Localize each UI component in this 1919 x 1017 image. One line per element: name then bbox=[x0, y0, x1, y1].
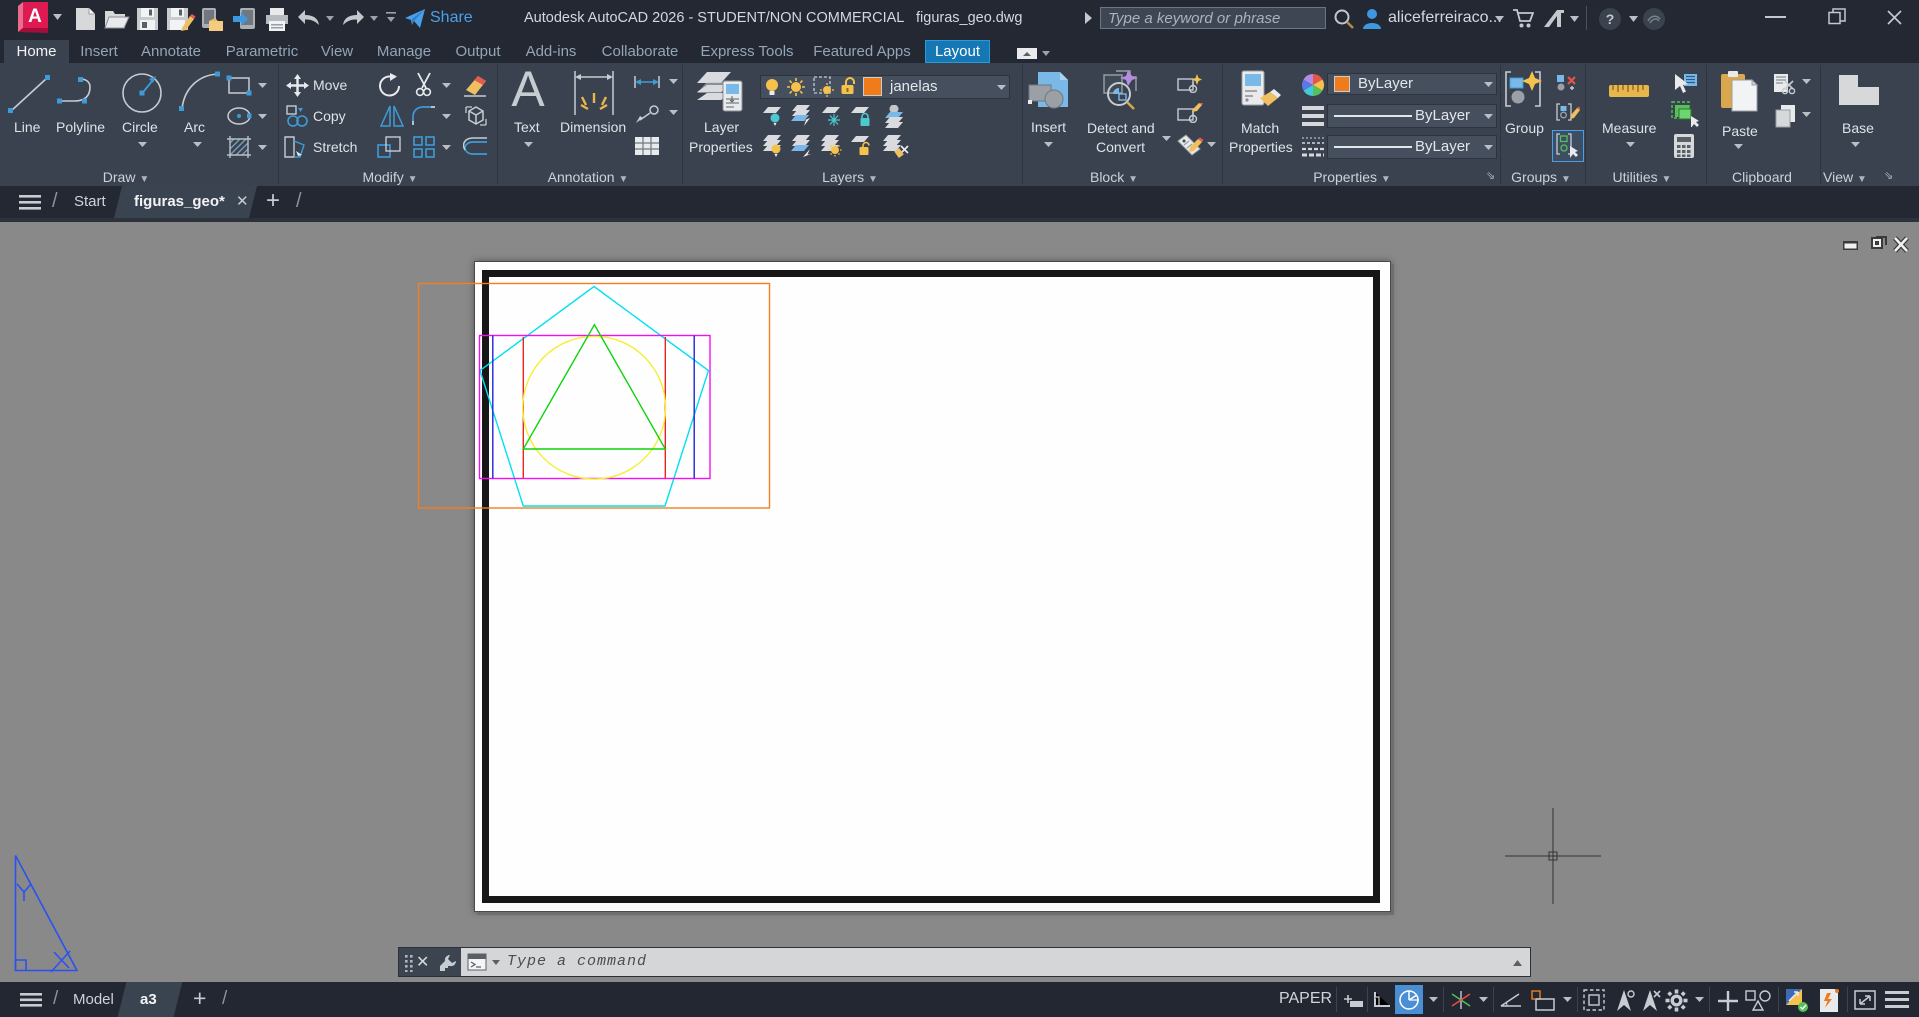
svg-text:?: ? bbox=[1606, 11, 1615, 27]
svg-text:A: A bbox=[28, 6, 42, 27]
